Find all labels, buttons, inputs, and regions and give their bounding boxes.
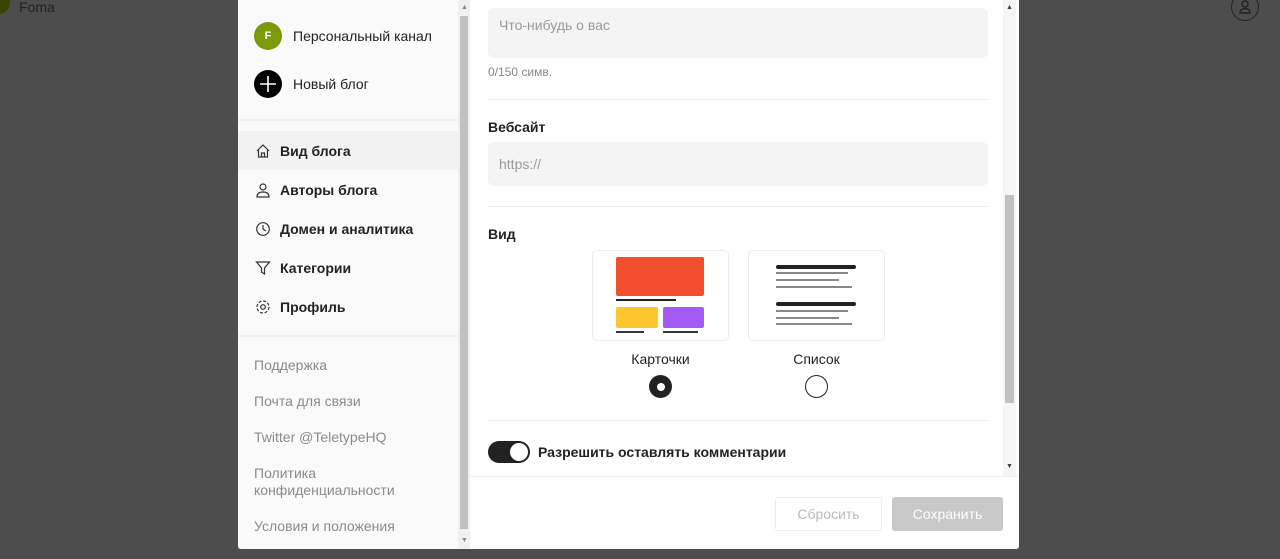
new-blog-label: Новый блог: [293, 76, 369, 92]
view-option-cards-label: Карточки: [631, 351, 690, 367]
nav-domain-analytics[interactable]: Домен и аналитика: [238, 209, 458, 248]
home-icon: [256, 143, 270, 158]
comments-toggle[interactable]: [488, 441, 530, 463]
channel-personal[interactable]: F Персональный канал: [254, 22, 432, 50]
channel-avatar: F: [254, 22, 282, 50]
plus-icon: [254, 70, 282, 98]
divider: [238, 119, 458, 121]
nav-blog-view[interactable]: Вид блога: [238, 131, 458, 170]
divider: [238, 335, 458, 337]
nav-profile[interactable]: Профиль: [238, 287, 458, 326]
username: Foma: [19, 0, 55, 15]
link-contact-email[interactable]: Почта для связи: [254, 393, 361, 410]
nav-label: Вид блога: [280, 142, 351, 159]
char-counter: 0/150 симв.: [488, 65, 553, 79]
settings-sidebar: F Персональный канал Новый блог Вид блог…: [238, 0, 458, 549]
divider: [488, 99, 988, 100]
channel-label: Персональный канал: [293, 28, 432, 44]
view-label: Вид: [488, 226, 516, 242]
nav-blog-authors[interactable]: Авторы блога: [238, 170, 458, 209]
comments-toggle-label: Разрешить оставлять комментарии: [538, 444, 787, 460]
nav-label: Авторы блога: [280, 181, 378, 198]
modal-footer: Сбросить Сохранить: [470, 476, 1019, 549]
about-textarea[interactable]: Что-нибудь о вас: [488, 8, 988, 58]
profile-icon[interactable]: [1231, 0, 1259, 21]
analytics-icon: [256, 221, 270, 236]
nav-categories[interactable]: Категории: [238, 248, 458, 287]
divider: [488, 420, 988, 421]
sidebar-scrollbar[interactable]: ▲ ▼: [458, 0, 470, 549]
link-privacy-policy[interactable]: Политика конфиденциальности: [254, 465, 424, 499]
radio-cards-selected[interactable]: [649, 375, 672, 398]
main-scrollbar[interactable]: ▲ ▼: [1003, 0, 1016, 476]
link-support[interactable]: Поддержка: [254, 357, 327, 374]
nav-label: Категории: [280, 259, 352, 276]
link-twitter[interactable]: Twitter @TeletypeHQ: [254, 429, 386, 446]
view-option-list-label: Список: [793, 351, 840, 367]
new-blog-button[interactable]: Новый блог: [254, 70, 369, 98]
save-button[interactable]: Сохранить: [892, 497, 1003, 531]
gear-icon: [256, 299, 270, 314]
nav-label: Домен и аналитика: [280, 220, 414, 237]
user-avatar: [0, 0, 10, 14]
website-input[interactable]: https://: [488, 142, 988, 186]
users-icon: [256, 182, 270, 198]
radio-list[interactable]: [805, 375, 828, 398]
view-option-list-preview[interactable]: [748, 250, 885, 341]
divider: [488, 206, 988, 207]
nav-label: Профиль: [280, 298, 346, 315]
website-label: Вебсайт: [488, 119, 546, 135]
reset-button[interactable]: Сбросить: [775, 497, 882, 531]
blog-settings-modal: F Персональный канал Новый блог Вид блог…: [238, 0, 1019, 549]
settings-main: Что-нибудь о вас 0/150 симв. Вебсайт htt…: [470, 0, 1019, 549]
link-terms[interactable]: Условия и положения: [254, 518, 395, 535]
view-option-cards-preview[interactable]: [592, 250, 729, 341]
filter-icon: [255, 260, 271, 275]
